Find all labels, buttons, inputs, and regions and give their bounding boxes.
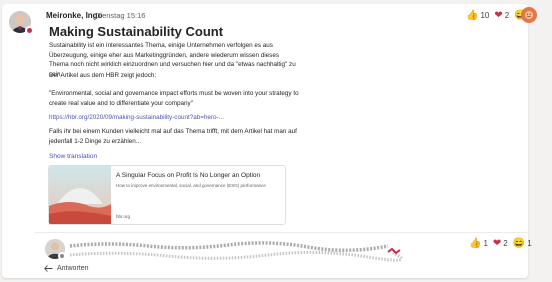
presence-busy-icon <box>25 26 34 35</box>
link-preview-description: How to improve environmental, social, an… <box>116 183 266 188</box>
link-preview-title[interactable]: A Singular Focus on Profit Is No Longer … <box>116 172 260 179</box>
thumbs-up-icon[interactable]: 👍 <box>466 10 478 21</box>
reply-button[interactable]: Antworten <box>44 265 89 272</box>
post-paragraph-lead: Der Artikel aus dem HBR zeigt jedoch: <box>49 72 157 79</box>
heart-icon[interactable]: ❤ <box>494 10 502 21</box>
reply-button-label[interactable]: Antworten <box>57 265 89 272</box>
author-name[interactable]: Meironke, Ingo <box>46 11 102 20</box>
heart-icon[interactable]: ❤ <box>493 238 501 249</box>
reply-divider <box>35 232 528 233</box>
article-link[interactable]: https://hbr.org/2020/09/making-sustainab… <box>49 113 299 123</box>
reply-reactions[interactable]: 👍 1 ❤ 2 😄 1 <box>469 238 537 249</box>
post-quote: "Environmental, social and governance im… <box>49 90 299 107</box>
post-title: Making Sustainability Count <box>49 24 224 39</box>
laugh-icon[interactable]: 😄 <box>513 238 525 249</box>
link-preview-card[interactable]: A Singular Focus on Profit Is No Longer … <box>48 165 286 225</box>
reply-reaction-count-heart: 2 <box>503 239 508 248</box>
link-preview-domain: hbr.org <box>116 214 131 219</box>
reaction-count-heart: 2 <box>504 11 510 20</box>
thumbs-up-icon[interactable]: 👍 <box>469 238 481 249</box>
redacted-reply-text <box>68 240 403 262</box>
post-paragraph-closing: Falls ihr bei einem Kunden vielleicht ma… <box>49 128 297 145</box>
reaction-count-like: 10 <box>480 11 490 20</box>
current-user-avatar[interactable] <box>521 7 537 23</box>
user-face-icon <box>525 11 533 19</box>
reply-reaction-count-laugh: 1 <box>527 239 532 248</box>
reply-reaction-count-like: 1 <box>483 239 488 248</box>
presence-away-icon <box>58 252 66 260</box>
reply-arrow-icon <box>44 265 53 272</box>
message-timestamp: Dienstag 15:16 <box>95 11 146 20</box>
link-preview-image <box>49 166 111 224</box>
show-translation-link[interactable]: Show translation <box>49 153 97 160</box>
